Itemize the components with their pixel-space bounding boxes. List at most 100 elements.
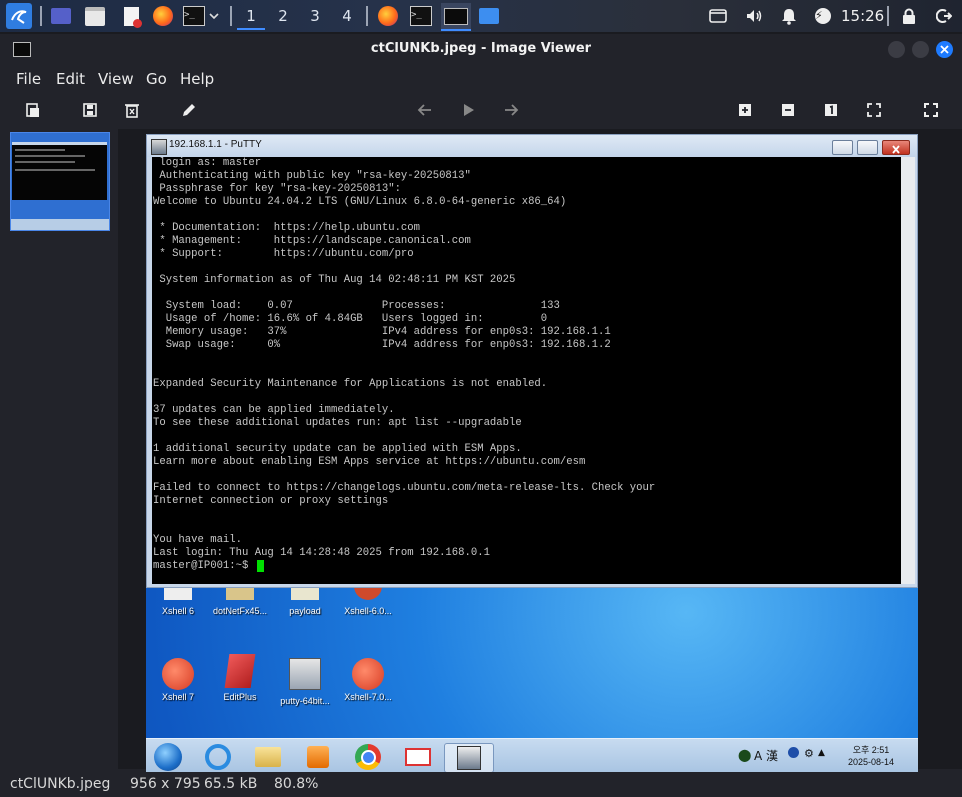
delete-icon[interactable]: [122, 100, 142, 120]
desktop-icon-putty-installer[interactable]: putty-64bit...: [275, 654, 335, 706]
slideshow-play-icon[interactable]: [458, 100, 478, 120]
putty-taskbar-button[interactable]: [444, 743, 494, 772]
toolbar: [0, 93, 962, 129]
terminal-line: * Management: https://landscape.canonica…: [153, 235, 471, 247]
workspace-1[interactable]: 1: [237, 4, 265, 30]
explorer-folder-icon[interactable]: [248, 743, 288, 771]
putty-app-icon: [151, 139, 167, 155]
mail-icon[interactable]: [398, 743, 438, 771]
menu-view[interactable]: View: [98, 70, 134, 88]
minimize-button[interactable]: [888, 41, 905, 58]
show-desktop-icon[interactable]: [50, 5, 72, 27]
window-titlebar[interactable]: ctClUNKb.jpeg - Image Viewer: [0, 34, 962, 65]
firefox-window-icon[interactable]: [377, 5, 399, 27]
desktop-icon-xshell6[interactable]: Xshell 6: [148, 586, 208, 616]
terminal-line: Internet connection or proxy settings: [153, 495, 389, 507]
terminal-window-icon[interactable]: >_: [410, 5, 432, 27]
workspace-2[interactable]: 2: [269, 4, 297, 28]
workspace-3[interactable]: 3: [301, 4, 329, 28]
windows-clock[interactable]: 오후 2:51 2025-08-14: [836, 744, 906, 768]
terminal-icon[interactable]: >_: [183, 5, 205, 27]
power-manager-icon[interactable]: ⚡: [812, 5, 834, 27]
putty-title: 192.168.1.1 - PuTTY: [169, 139, 262, 150]
desktop-icon-editplus[interactable]: EditPlus: [210, 654, 270, 702]
text-editor-icon[interactable]: [120, 5, 142, 28]
internet-explorer-icon[interactable]: [198, 743, 238, 771]
windows-start-button[interactable]: [148, 743, 188, 771]
zoom-original-icon[interactable]: [821, 100, 841, 120]
previous-image-icon[interactable]: [415, 100, 435, 120]
panel-separator: [40, 6, 42, 26]
maximize-button[interactable]: [912, 41, 929, 58]
windows-taskbar: ⬤ A 漢 ⚙ ▲ 오후 2:51 2025-08-14: [146, 738, 918, 772]
putty-window: 192.168.1.1 - PuTTY login as: master Aut…: [146, 134, 918, 588]
ime-settings-icon[interactable]: ⚙: [804, 747, 814, 760]
close-icon: [892, 145, 900, 154]
window-list-icon[interactable]: [707, 5, 729, 27]
desktop-icon-dotnetfx[interactable]: dotNetFx45...: [210, 586, 270, 616]
menu-bar: File Edit View Go Help: [0, 65, 962, 93]
putty-maximize-button[interactable]: [857, 140, 878, 155]
file-manager-icon[interactable]: [84, 5, 106, 27]
thumbnail-pane: [0, 129, 118, 769]
media-player-icon[interactable]: [298, 743, 338, 771]
terminal-line: System load: 0.07 Processes: 133: [153, 300, 560, 312]
terminal-line: Welcome to Ubuntu 24.04.2 LTS (GNU/Linux…: [153, 196, 567, 208]
panel-separator: [230, 6, 232, 26]
firefox-icon[interactable]: [152, 5, 174, 27]
image-viewer-window-icon[interactable]: [441, 3, 471, 31]
kali-menu-icon[interactable]: [6, 3, 32, 29]
top-panel: >_ 1 2 3 4 >_ ⚡ 15:26: [0, 0, 962, 32]
terminal-line: Authenticating with public key "rsa-key-…: [153, 170, 471, 182]
terminal-line: To see these additional updates run: apt…: [153, 417, 522, 429]
status-filesize: 65.5 kB: [204, 776, 258, 792]
open-file-icon[interactable]: [23, 100, 43, 120]
putty-minimize-button[interactable]: [832, 140, 853, 155]
close-button[interactable]: [936, 41, 953, 58]
logout-icon[interactable]: [933, 5, 955, 27]
status-dimensions: 956 x 795: [130, 776, 201, 792]
menu-help[interactable]: Help: [180, 70, 214, 88]
terminal-prompt: master@IP001:~$: [153, 560, 255, 572]
workspace-4[interactable]: 4: [333, 4, 361, 28]
edit-pencil-icon[interactable]: [179, 100, 199, 120]
zoom-fit-icon[interactable]: [864, 100, 884, 120]
fullscreen-icon[interactable]: [921, 100, 941, 120]
chevron-down-icon[interactable]: [206, 5, 222, 27]
panel-separator: [366, 6, 368, 26]
terminal-line: Learn more about enabling ESM Apps servi…: [153, 456, 586, 468]
network-icon[interactable]: ⬤: [738, 748, 751, 762]
save-icon[interactable]: [80, 100, 100, 120]
menu-file[interactable]: File: [16, 70, 41, 88]
lock-icon[interactable]: [898, 5, 920, 27]
terminal-line: * Documentation: https://help.ubuntu.com: [153, 222, 421, 234]
desktop-icon-xshell6-installer[interactable]: Xshell-6.0...: [338, 586, 398, 616]
desktop-icon-xshell7-installer[interactable]: Xshell-7.0...: [338, 658, 398, 702]
volume-icon[interactable]: [743, 5, 765, 27]
desktop-icon-xshell7[interactable]: Xshell 7: [148, 658, 208, 702]
menu-go[interactable]: Go: [146, 70, 167, 88]
thumbnail-ctclunkb[interactable]: [10, 132, 110, 231]
close-icon: [940, 45, 949, 54]
tray-expand-icon[interactable]: ▲: [818, 748, 825, 758]
terminal-output[interactable]: login as: master Authenticating with pub…: [152, 157, 901, 584]
putty-close-button[interactable]: [882, 140, 910, 155]
menu-edit[interactable]: Edit: [56, 70, 85, 88]
ime-help-icon[interactable]: [788, 747, 799, 758]
home-folder-icon[interactable]: [478, 5, 500, 27]
panel-clock[interactable]: 15:26: [841, 7, 884, 25]
next-image-icon[interactable]: [501, 100, 521, 120]
desktop-icon-payload[interactable]: payload: [275, 586, 335, 616]
terminal-line: Expanded Security Maintenance for Applic…: [153, 378, 548, 390]
terminal-line: Swap usage: 0% IPv4 address for enp0s3: …: [153, 339, 611, 351]
displayed-image: Xshell 6 dotNetFx45... payload Xshell-6.…: [146, 134, 918, 772]
zoom-in-icon[interactable]: [735, 100, 755, 120]
notification-bell-icon[interactable]: [778, 5, 800, 27]
chrome-icon[interactable]: [348, 743, 388, 771]
terminal-line: Usage of /home: 16.6% of 4.84GB Users lo…: [153, 313, 548, 325]
terminal-line: Passphrase for key "rsa-key-20250813":: [153, 183, 401, 195]
ime-indicator[interactable]: A 漢: [754, 747, 778, 764]
zoom-out-icon[interactable]: [778, 100, 798, 120]
putty-titlebar[interactable]: 192.168.1.1 - PuTTY: [147, 135, 917, 157]
putty-scrollbar[interactable]: [901, 157, 915, 584]
